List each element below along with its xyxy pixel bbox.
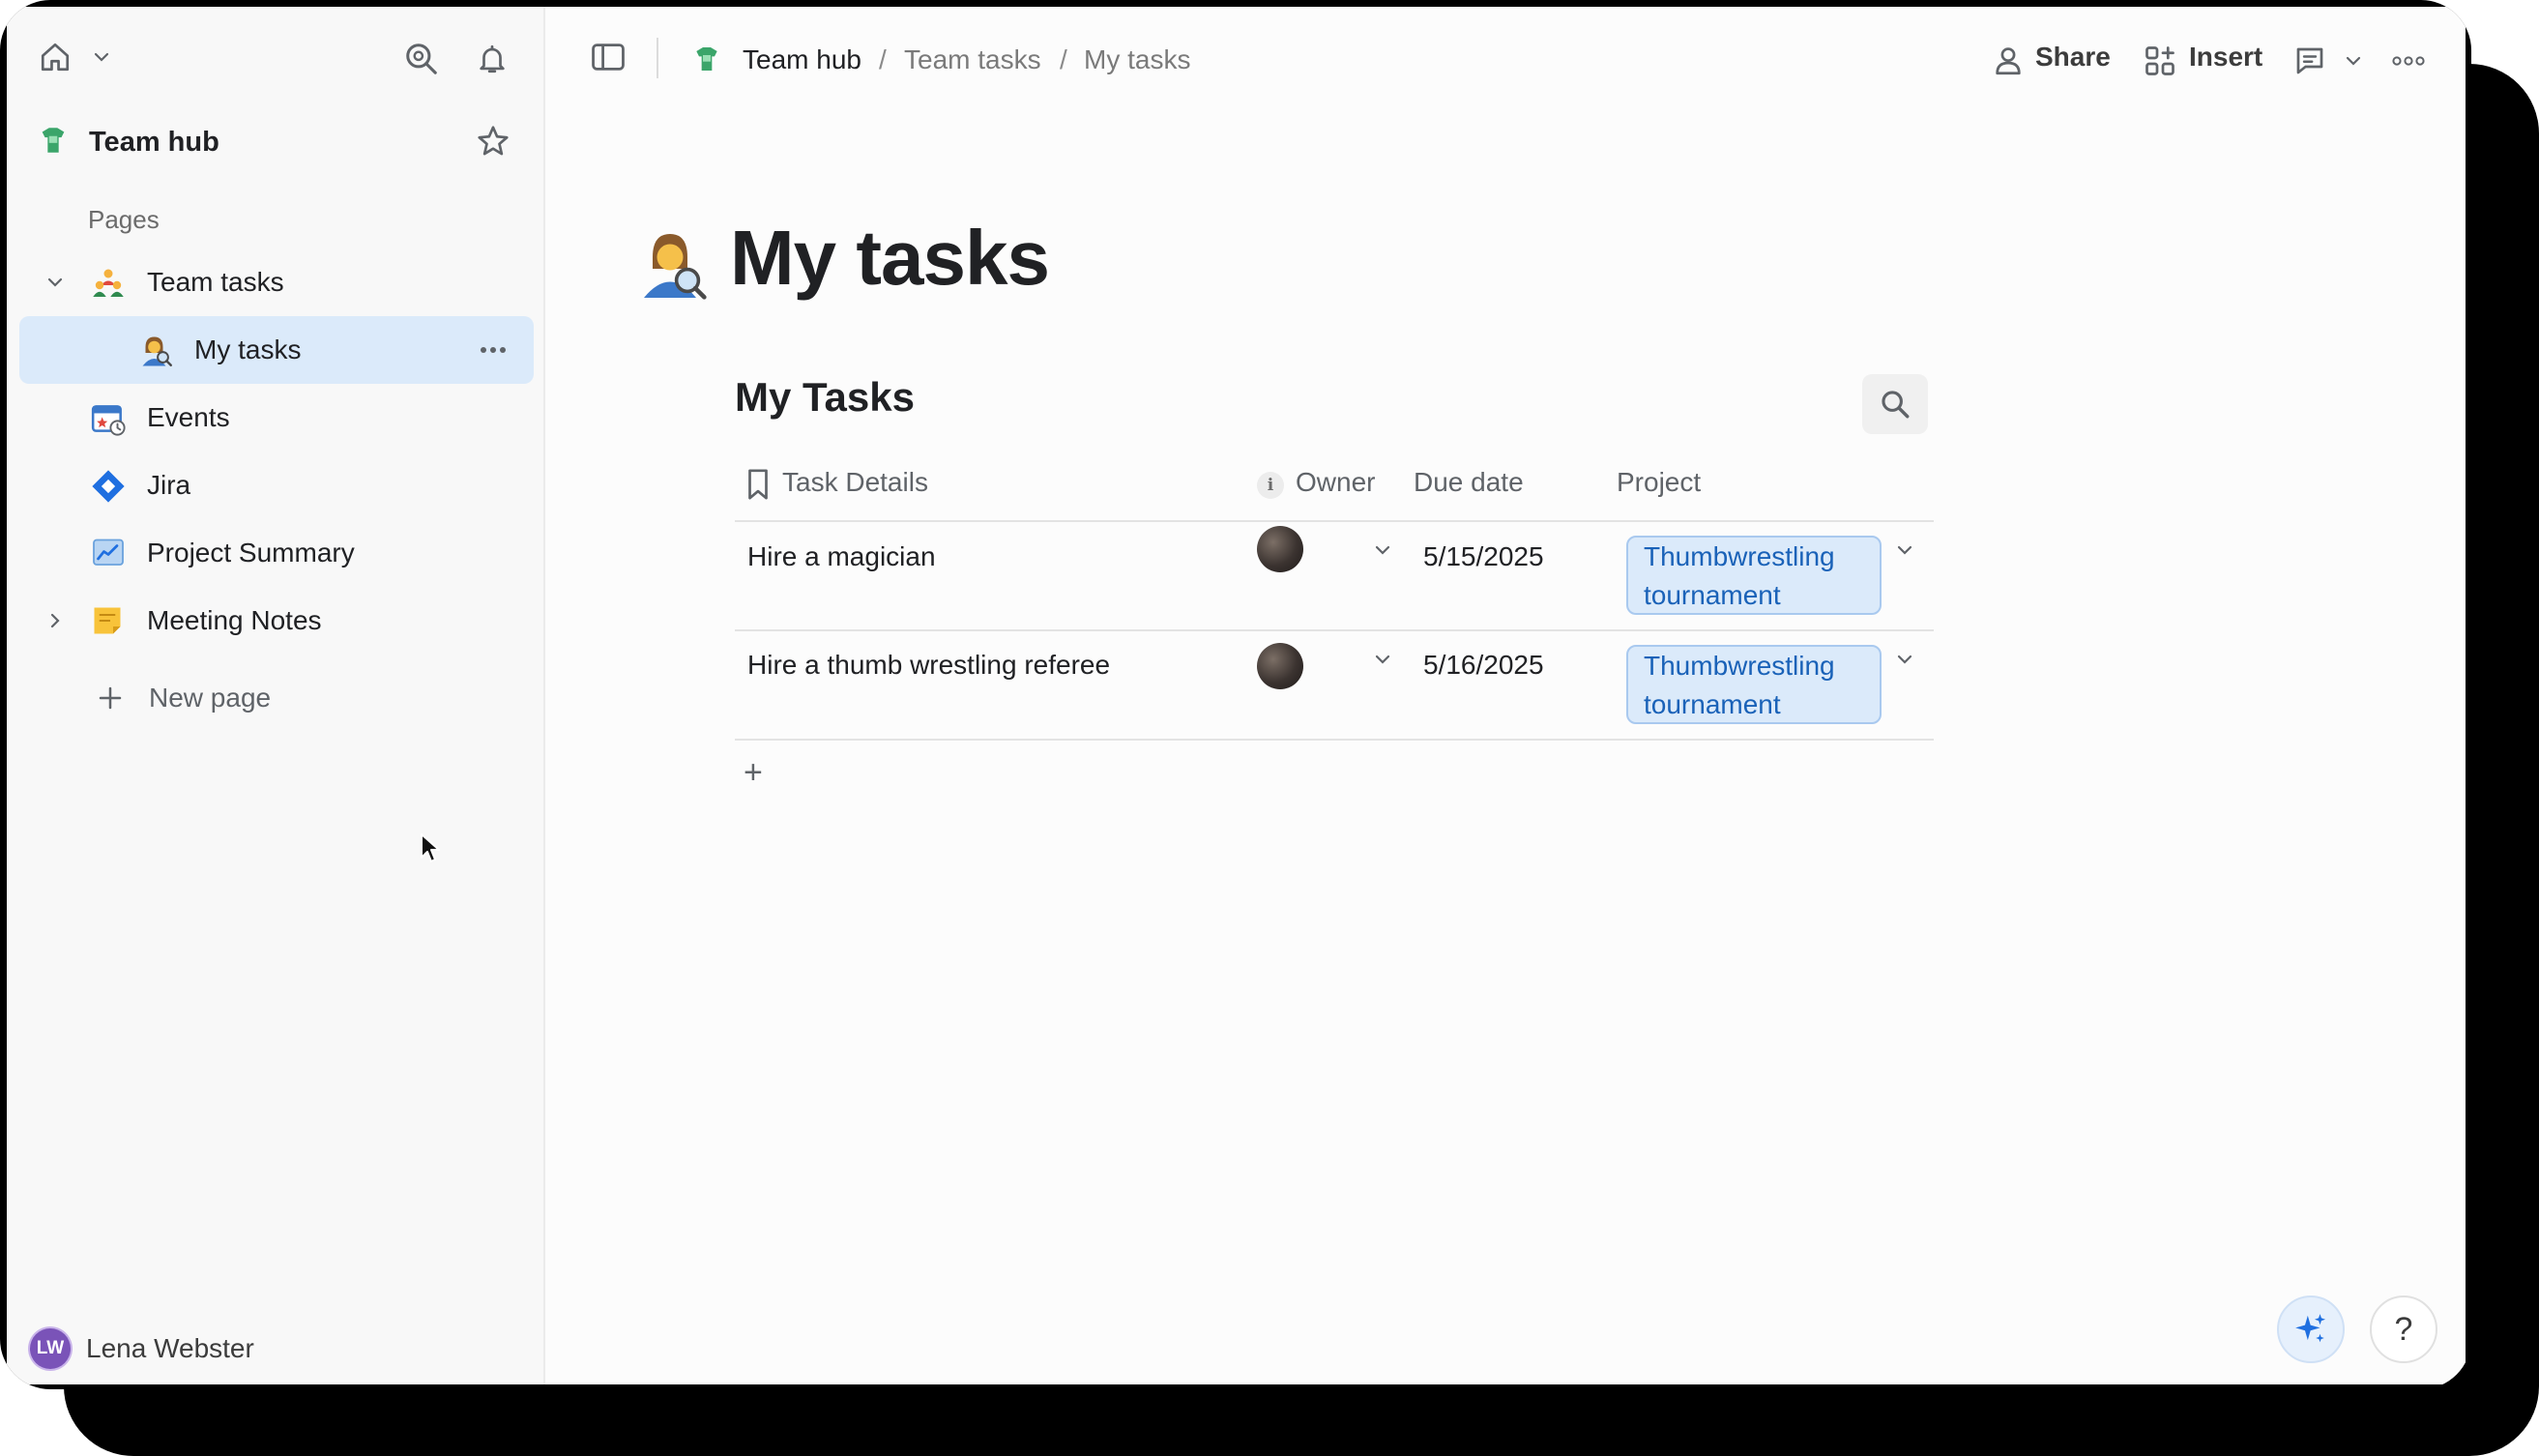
breadcrumb-item[interactable]: My tasks [1084, 44, 1190, 75]
share-button[interactable]: Share [1992, 34, 2117, 88]
divider [657, 38, 658, 78]
insert-icon [2145, 46, 2174, 75]
person-magnifier-icon [142, 336, 172, 366]
sidebar-item-label: Project Summary [147, 538, 355, 568]
chart-icon [93, 539, 124, 566]
ai-assist-button[interactable] [2277, 1296, 2345, 1363]
new-page-button[interactable]: New page [19, 664, 534, 732]
due-date-cell[interactable]: 5/15/2025 [1423, 541, 1544, 572]
column-header-project[interactable]: Project [1617, 467, 1701, 498]
due-date-cell[interactable]: 5/16/2025 [1423, 650, 1544, 681]
chevron-down-icon[interactable] [1373, 542, 1392, 558]
chevron-right-icon[interactable] [47, 611, 63, 630]
divider [735, 739, 1934, 741]
app-window: Team hub Pages Team tasks My tasks Event… [0, 0, 2471, 1389]
sidebar-item-jira[interactable]: Jira [19, 451, 534, 519]
chevron-down-icon[interactable] [45, 275, 65, 290]
insert-button[interactable]: Insert [2143, 34, 2268, 88]
search-icon [1882, 391, 1910, 419]
chevron-down-icon[interactable] [1895, 542, 1914, 558]
search-icon[interactable] [403, 41, 440, 77]
owner-avatar[interactable] [1257, 526, 1303, 572]
sidebar-item-label: Meeting Notes [147, 605, 322, 635]
home-icon[interactable] [39, 41, 72, 73]
sidebar-item-my-tasks[interactable]: My tasks [19, 316, 534, 384]
sidebar-item-project-summary[interactable]: Project Summary [19, 519, 534, 587]
user-avatar[interactable]: LW [30, 1328, 71, 1369]
add-row-button[interactable]: + [744, 754, 763, 792]
column-header-owner[interactable]: Owner [1296, 467, 1375, 498]
divider [735, 629, 1934, 631]
insert-label: Insert [2189, 42, 2263, 72]
sidebar-item-label: Jira [147, 470, 191, 500]
sidebar: Team hub Pages Team tasks My tasks Event… [7, 7, 545, 1384]
team-hub-logo-icon [42, 128, 65, 153]
person-magnifier-icon [644, 234, 707, 300]
chevron-down-icon[interactable] [1895, 652, 1914, 667]
sidebar-item-label: Team tasks [147, 267, 284, 297]
workspace-name[interactable]: Team hub [89, 127, 219, 159]
bookmark-icon [748, 469, 768, 500]
main-content: Team hub / Team tasks / My tasks Share I… [545, 7, 2466, 1384]
more-options-icon[interactable] [2391, 53, 2426, 69]
people-icon [93, 269, 124, 297]
chevron-down-icon[interactable] [2344, 53, 2363, 69]
owner-avatar[interactable] [1257, 643, 1303, 689]
comment-icon[interactable] [2291, 44, 2328, 78]
table-title[interactable]: My Tasks [735, 374, 915, 421]
note-icon [94, 607, 121, 634]
column-header-due-date[interactable]: Due date [1414, 467, 1524, 498]
table-search-button[interactable] [1862, 374, 1928, 434]
sidebar-item-label: Events [147, 402, 230, 432]
task-cell[interactable]: Hire a magician [747, 541, 936, 572]
task-cell[interactable]: Hire a thumb wrestling referee [747, 650, 1110, 681]
team-hub-logo-icon [696, 47, 717, 71]
divider [735, 520, 1934, 522]
jira-icon [92, 470, 125, 503]
user-name[interactable]: Lena Webster [86, 1333, 254, 1364]
column-header-task-details[interactable]: Task Details [782, 467, 928, 498]
more-options-icon[interactable] [479, 342, 508, 358]
breadcrumb-separator: / [879, 44, 887, 74]
project-chip[interactable]: Thumbwrestling tournament [1626, 645, 1882, 724]
breadcrumb-item[interactable]: Team hub [743, 44, 861, 75]
sidebar-item-team-tasks[interactable]: Team tasks [19, 248, 534, 316]
breadcrumb-separator: / [1060, 44, 1067, 74]
new-page-label: New page [149, 683, 272, 713]
star-icon[interactable] [475, 123, 511, 160]
help-button[interactable]: ? [2370, 1296, 2437, 1363]
chevron-down-icon[interactable] [92, 49, 111, 65]
page-title[interactable]: My tasks [730, 214, 1050, 303]
plus-icon [99, 686, 122, 710]
sidebar-item-events[interactable]: Events [19, 384, 534, 451]
breadcrumb-item[interactable]: Team tasks [904, 44, 1041, 75]
calendar-icon [91, 405, 126, 436]
person-icon [1996, 47, 2021, 75]
info-icon[interactable]: i [1257, 472, 1284, 499]
share-label: Share [2035, 42, 2111, 72]
bell-icon[interactable] [476, 42, 509, 76]
sidebar-toggle-icon[interactable] [590, 41, 627, 73]
pages-heading: Pages [88, 205, 160, 234]
sparkle-icon [2295, 1314, 2326, 1343]
project-chip[interactable]: Thumbwrestling tournament [1626, 536, 1882, 615]
sidebar-item-meeting-notes[interactable]: Meeting Notes [19, 587, 534, 655]
sidebar-item-label: My tasks [194, 335, 302, 364]
mouse-cursor-icon [421, 833, 440, 862]
chevron-down-icon[interactable] [1373, 652, 1392, 667]
